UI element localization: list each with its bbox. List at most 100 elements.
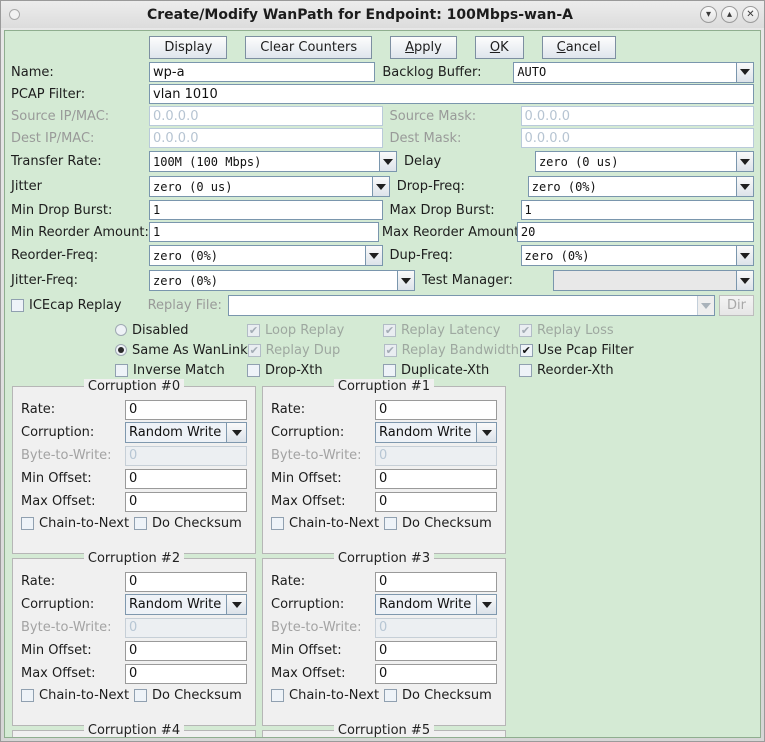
corruption-value: Random Write	[376, 595, 476, 614]
chain-to-next-checkbox[interactable]: Chain-to-Next	[21, 688, 134, 703]
rate-input[interactable]: 0	[125, 399, 247, 420]
chevron-down-icon[interactable]	[736, 152, 754, 171]
minimize-icon[interactable]: ▾	[700, 6, 717, 23]
window-title: Create/Modify WanPath for Endpoint: 100M…	[146, 6, 574, 23]
chain-to-next-checkbox[interactable]: Chain-to-Next	[21, 516, 134, 531]
chain-to-next-checkbox[interactable]: Chain-to-Next	[271, 688, 384, 703]
corruption-footer: Chain-to-Next Do Checksum	[271, 513, 497, 531]
do-checksum-checkbox[interactable]: Do Checksum	[134, 516, 247, 531]
backlog-buffer-select[interactable]: AUTO	[513, 61, 755, 83]
do-checksum-checkbox[interactable]: Do Checksum	[134, 688, 247, 703]
max-offset-label: Max Offset:	[21, 494, 96, 509]
corruption-select[interactable]: Random Write	[375, 422, 497, 443]
checkbox-reorder-xth[interactable]: Reorder-Xth	[519, 363, 614, 378]
row-rate-delay: Transfer Rate: 100M (100 Mbps) Delay zer…	[11, 149, 755, 174]
max-drop-burst-input[interactable]: 1	[520, 200, 754, 220]
checkbox-icon	[247, 363, 260, 377]
checkbox-inverse-match[interactable]: Inverse Match	[115, 363, 247, 378]
display-button[interactable]: Display	[149, 35, 228, 59]
apply-button[interactable]: Apply	[390, 35, 457, 59]
radio-same-as-wanlink[interactable]: Same As WanLink	[115, 343, 248, 358]
apply-mnemonic: A	[405, 39, 415, 55]
transfer-rate-select[interactable]: 100M (100 Mbps)	[149, 151, 397, 172]
max-offset-input[interactable]: 0	[375, 491, 497, 512]
pcap-filter-input[interactable]: vlan 1010	[149, 84, 754, 104]
ok-button[interactable]: OK	[474, 35, 524, 59]
source-ip-input: 0.0.0.0	[149, 106, 383, 126]
corruption-panel-title: Corruption #0	[13, 379, 255, 394]
min-offset-input[interactable]: 0	[375, 468, 497, 489]
corruption-select[interactable]: Random Write	[125, 422, 247, 443]
chevron-down-icon[interactable]	[736, 271, 753, 290]
corruption-panel-title: Corruption #3	[263, 551, 505, 566]
jitter-value: zero (0 us)	[153, 179, 233, 194]
chevron-down-icon[interactable]	[736, 246, 753, 265]
do-checksum-checkbox[interactable]: Do Checksum	[384, 516, 497, 531]
jitter-freq-select[interactable]: zero (0%)	[149, 270, 416, 291]
source-mask-input: 0.0.0.0	[520, 106, 754, 126]
chevron-down-icon[interactable]	[736, 62, 754, 82]
radio-disabled[interactable]: Disabled	[115, 323, 247, 338]
checkbox-icon	[519, 363, 532, 377]
replay-file-input[interactable]	[227, 295, 716, 316]
dest-ip-label: Dest IP/MAC:	[11, 130, 95, 146]
chevron-down-icon[interactable]	[226, 595, 246, 614]
dir-button[interactable]: Dir	[719, 295, 754, 316]
max-offset-input[interactable]: 0	[125, 663, 247, 684]
chevron-down-icon[interactable]	[378, 152, 396, 171]
source-mask-label: Source Mask:	[389, 108, 477, 124]
chevron-down-icon[interactable]	[736, 177, 754, 196]
min-drop-burst-input[interactable]: 1	[149, 200, 383, 220]
do-checksum-label: Do Checksum	[402, 688, 492, 703]
chevron-down-icon[interactable]	[476, 423, 496, 442]
replay-file-label: Replay File:	[147, 298, 222, 313]
chevron-down-icon[interactable]	[697, 296, 715, 315]
clear-counters-button[interactable]: Clear Counters	[245, 35, 373, 59]
option-label: Replay Bandwidth	[401, 342, 519, 358]
min-offset-input[interactable]: 0	[125, 468, 247, 489]
name-input[interactable]: wp-a	[149, 62, 376, 82]
icecap-replay-checkbox[interactable]: ICEcap Replay	[11, 298, 122, 313]
min-offset-input[interactable]: 0	[125, 640, 247, 661]
chain-to-next-checkbox[interactable]: Chain-to-Next	[271, 516, 384, 531]
row-dest: Dest IP/MAC: 0.0.0.0 Dest Mask: 0.0.0.0	[11, 127, 754, 149]
max-offset-input[interactable]: 0	[375, 663, 497, 684]
option-label: Same As WanLink	[132, 342, 248, 358]
close-icon[interactable]: ✕	[742, 6, 759, 23]
jitter-freq-label: Jitter-Freq:	[11, 273, 79, 288]
chevron-down-icon[interactable]	[364, 246, 382, 265]
chevron-down-icon[interactable]	[226, 423, 246, 442]
max-drop-burst-label: Max Drop Burst:	[389, 202, 495, 218]
row-jitter-freq-testmgr: Jitter-Freq: zero (0%) Test Manager:	[11, 268, 754, 293]
checkbox-drop-xth[interactable]: Drop-Xth	[247, 363, 383, 378]
max-reorder-amount-input[interactable]: 20	[516, 222, 754, 242]
corruption-select[interactable]: Random Write	[125, 594, 247, 615]
jitter-select[interactable]: zero (0 us)	[149, 176, 390, 197]
checkbox-icon	[21, 517, 34, 530]
checkbox-duplicate-xth[interactable]: Duplicate-Xth	[383, 363, 519, 378]
checkbox-use-pcap-filter[interactable]: ✔ Use Pcap Filter	[519, 343, 634, 358]
wanpath-form: Name: wp-a Backlog Buffer: AUTO PCAP Fil…	[5, 61, 760, 293]
maximize-icon[interactable]: ▴	[721, 6, 738, 23]
corruption-panel-title: Corruption #1	[263, 379, 505, 394]
dup-freq-select[interactable]: zero (0%)	[520, 245, 754, 266]
min-offset-row: Min Offset: 0	[271, 467, 497, 490]
rate-input[interactable]: 0	[375, 399, 497, 420]
corruption-select[interactable]: Random Write	[375, 594, 497, 615]
max-offset-input[interactable]: 0	[125, 491, 247, 512]
chevron-down-icon[interactable]	[476, 595, 496, 614]
window-menu-icon[interactable]	[9, 9, 20, 20]
reorder-freq-select[interactable]: zero (0%)	[149, 245, 383, 266]
do-checksum-checkbox[interactable]: Do Checksum	[384, 688, 497, 703]
min-reorder-amount-input[interactable]: 1	[149, 222, 379, 242]
chevron-down-icon[interactable]	[371, 177, 389, 196]
min-offset-input[interactable]: 0	[375, 640, 497, 661]
rate-input[interactable]: 0	[375, 571, 497, 592]
chevron-down-icon[interactable]	[397, 271, 415, 290]
rate-input[interactable]: 0	[125, 571, 247, 592]
cancel-button[interactable]: Cancel	[541, 35, 616, 59]
delay-select[interactable]: zero (0 us)	[534, 151, 755, 172]
drop-freq-select[interactable]: zero (0%)	[527, 176, 755, 197]
radio-icon	[115, 344, 127, 356]
test-manager-select[interactable]	[553, 270, 754, 291]
